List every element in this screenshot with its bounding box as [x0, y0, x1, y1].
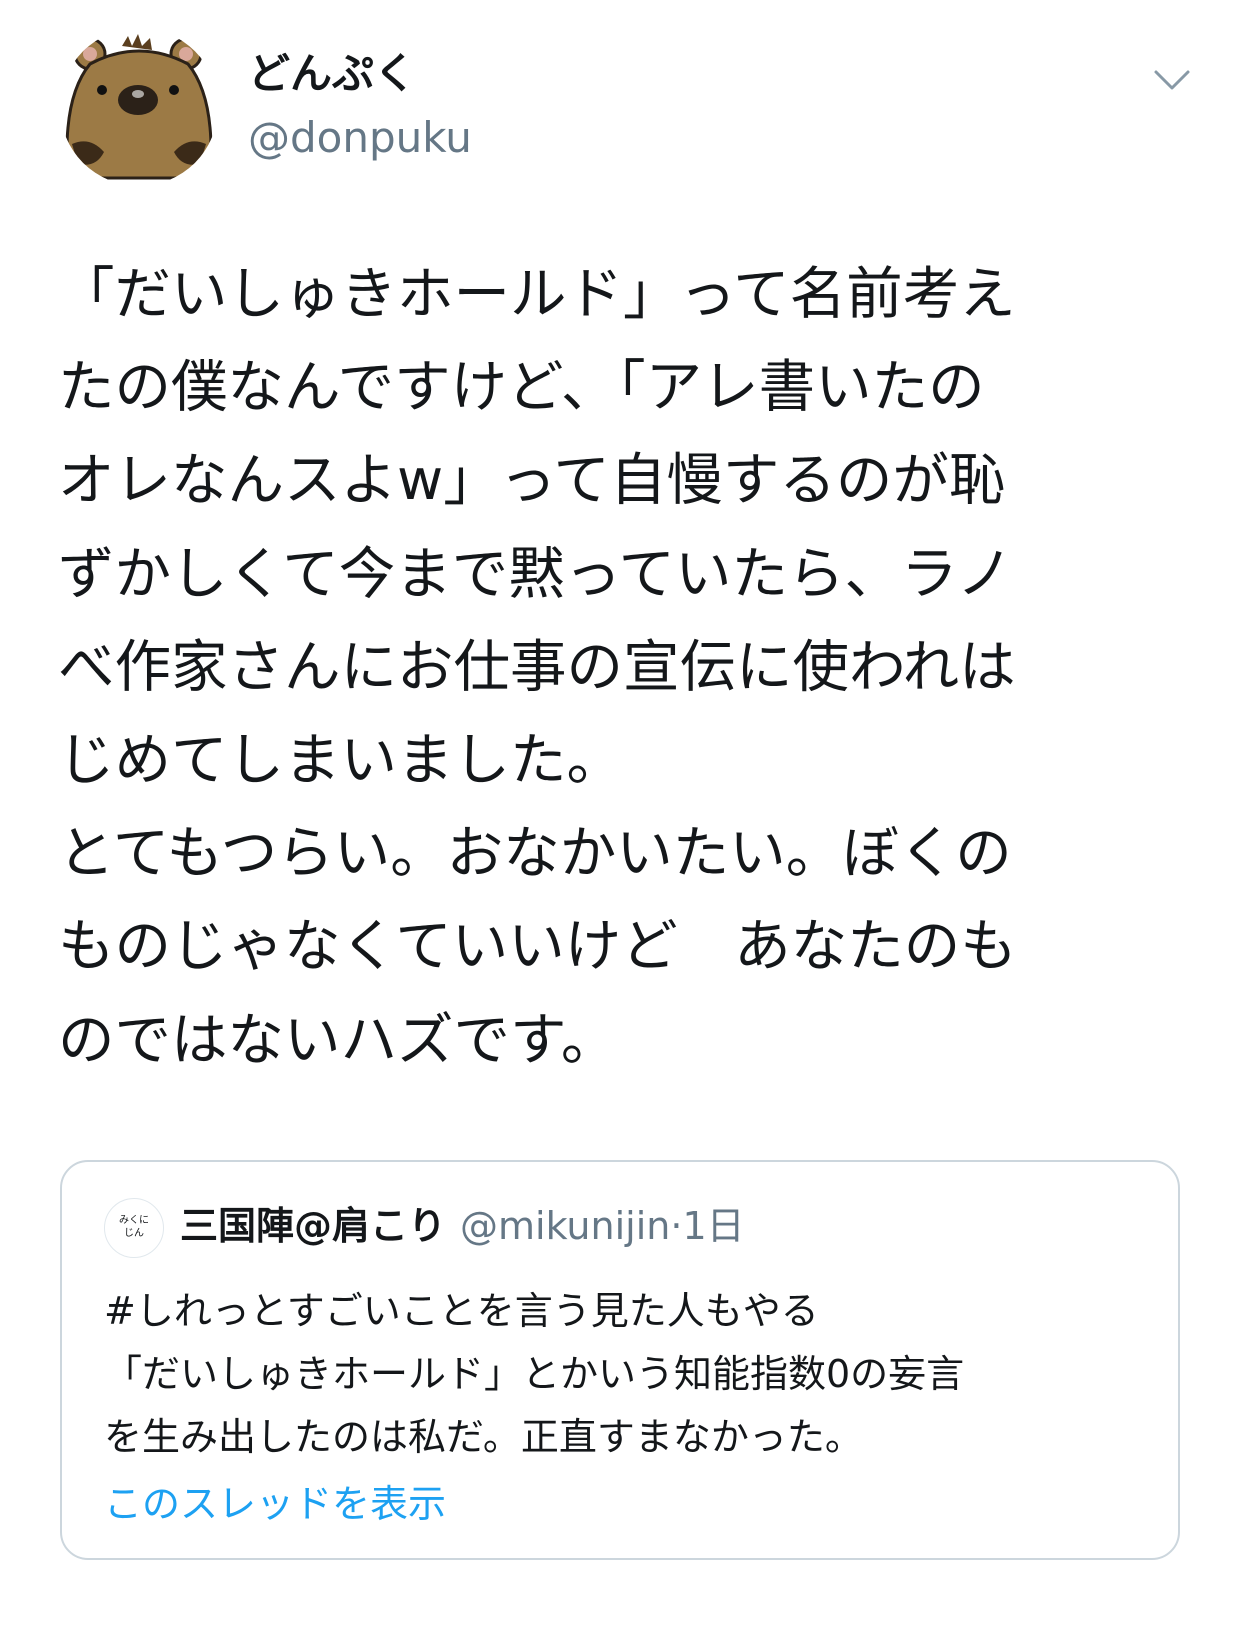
quoted-handle[interactable]: @mikunijin	[460, 1204, 670, 1248]
tweet-body-line: 「だいしゅきホールド」って名前考え	[58, 262, 1016, 327]
quoted-avatar-text: じん	[124, 1228, 144, 1239]
quoted-body-line: を生み出したのは私だ。正直すまなかった。	[104, 1415, 863, 1459]
tweet-body-line: のではないハズです。	[58, 1007, 618, 1073]
tweet-body-line: ずかしくて今まで黙っていたら、ラノ	[58, 541, 1013, 607]
quoted-avatar-text: みくに	[119, 1215, 149, 1226]
quoted-body-line: 「だいしゅきホールド」とかいう知能指数0の妄言	[104, 1352, 965, 1396]
profile-avatar[interactable]	[60, 28, 218, 186]
user-handle[interactable]: @donpuku	[248, 108, 472, 168]
chevron-down-icon[interactable]	[1150, 58, 1194, 102]
quoted-tweet-card[interactable]: みくに じん 三国陣@肩こり @mikunijin·1日 #しれっとすごいことを言…	[60, 1160, 1180, 1560]
display-name[interactable]: どんぷく	[248, 44, 416, 104]
quoted-body-line: #しれっとすごいことを言う見た人もやる	[104, 1289, 819, 1333]
tweet-body: 「だいしゅきホールド」って名前考え たの僕なんですけど、「アレ書いたの オレなん…	[58, 248, 1182, 1087]
quoted-separator: ·	[670, 1204, 683, 1248]
quoted-header: 三国陣@肩こり @mikunijin·1日	[180, 1196, 745, 1256]
quoted-avatar[interactable]: みくに じん	[104, 1198, 164, 1258]
tweet: どんぷく @donpuku 「だいしゅきホールド」って名前考え たの僕なんですけ…	[0, 0, 1242, 1633]
quoted-timestamp[interactable]: 1日	[682, 1204, 744, 1248]
tweet-body-line: じめてしまいました。	[58, 727, 623, 793]
show-thread-link[interactable]: このスレッドを表示	[104, 1474, 446, 1534]
quoted-body: #しれっとすごいことを言う見た人もやる 「だいしゅきホールド」とかいう知能指数0…	[104, 1280, 1144, 1469]
tweet-body-line: たの僕なんですけど、「アレ書いたの	[58, 355, 985, 421]
tweet-body-line: とてもつらい。おなかいたい。ぼくの	[58, 821, 1012, 887]
tweet-body-line: ものじゃなくていいけど あなたのも	[58, 914, 1017, 980]
bear-avatar-icon	[60, 28, 218, 186]
tweet-body-line: オレなんスよw」って自慢するのが恥	[58, 448, 1006, 514]
tweet-body-line: べ作家さんにお仕事の宣伝に使われは	[58, 634, 1016, 700]
quoted-display-name[interactable]: 三国陣@肩こり	[180, 1204, 446, 1248]
